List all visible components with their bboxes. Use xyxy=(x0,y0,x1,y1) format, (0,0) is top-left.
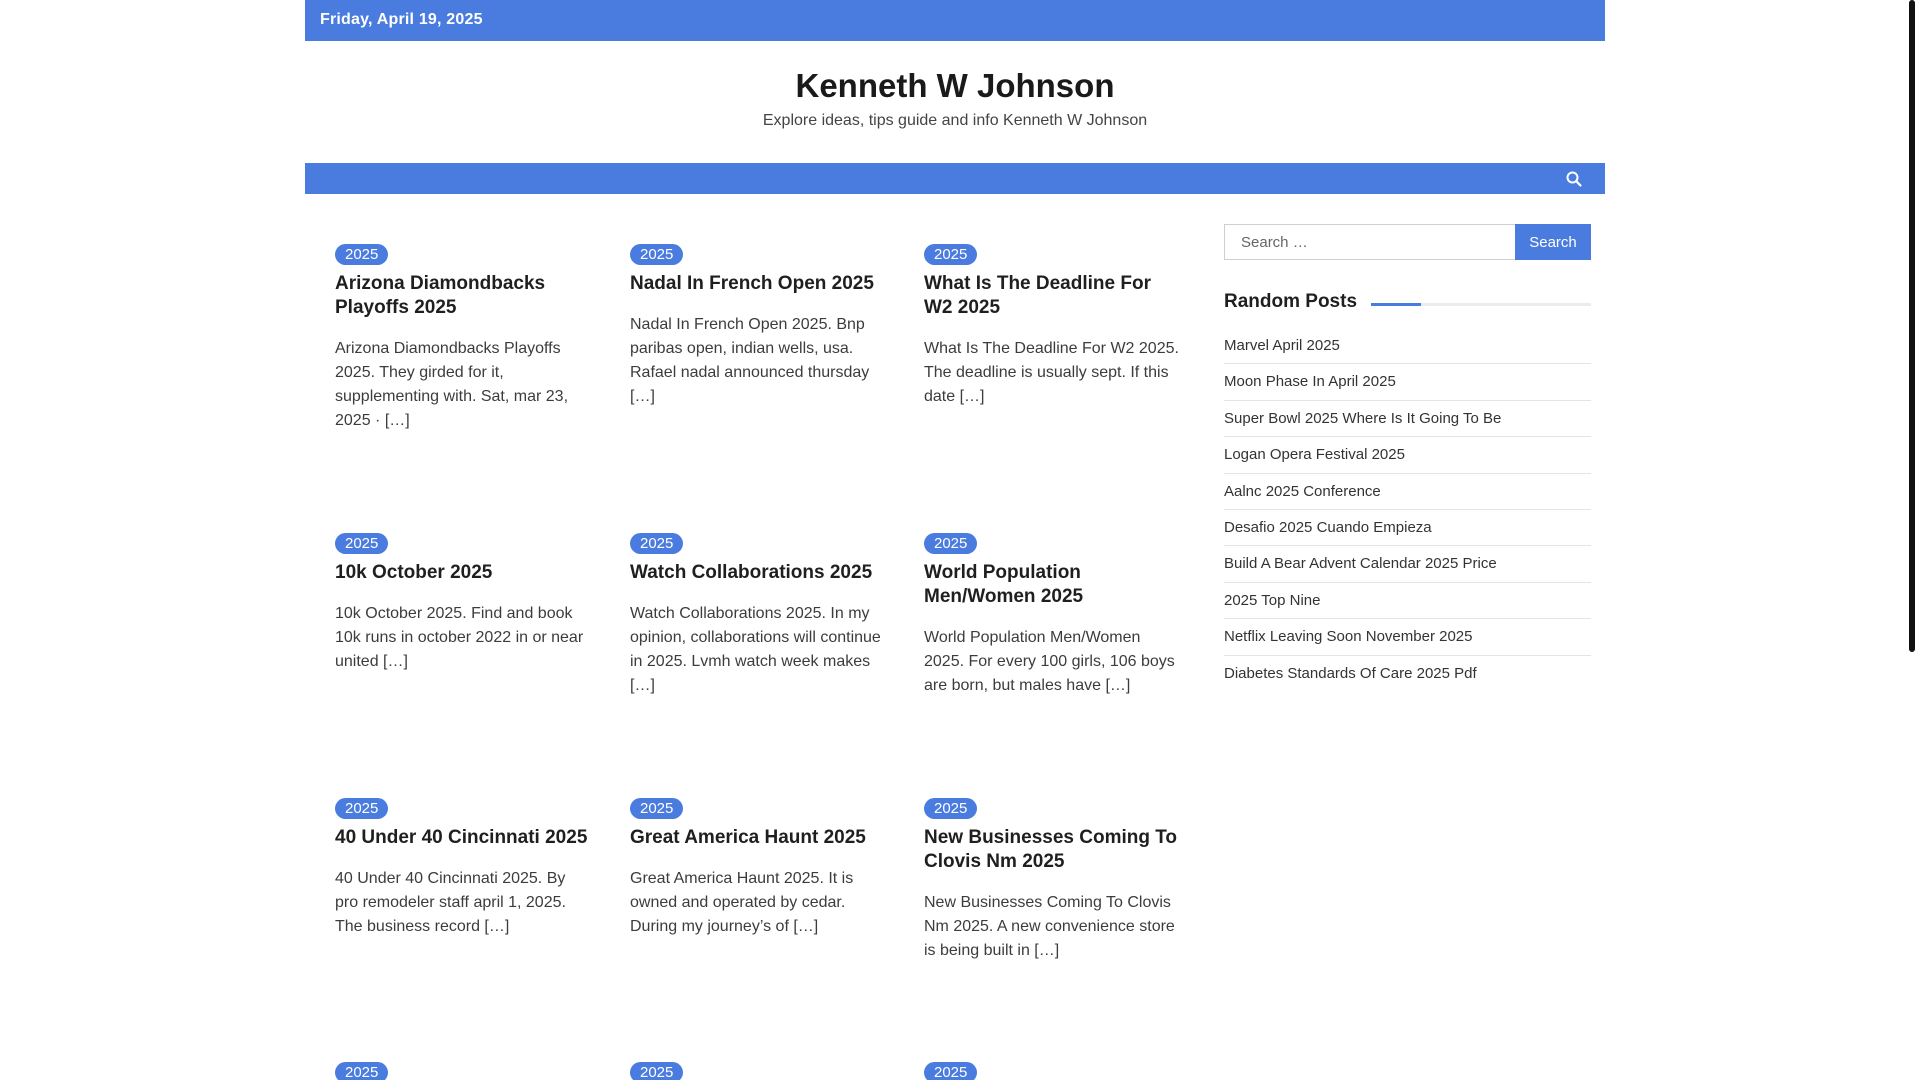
post-title[interactable]: Watch Collaborations 2025 xyxy=(630,561,886,585)
category-badge[interactable]: 2025 xyxy=(335,1062,389,1080)
search-input[interactable] xyxy=(1224,224,1515,260)
site-description: Explore ideas, tips guide and info Kenne… xyxy=(762,112,1148,129)
post-card: 2025 Nadal In French Open 2025 Nadal In … xyxy=(630,244,886,409)
category-badge[interactable]: 2025 xyxy=(630,533,684,554)
post-card: 2025 World Population Men/Women 2025 Wor… xyxy=(924,533,1180,698)
random-post-link[interactable]: Moon Phase In April 2025 xyxy=(1224,364,1591,401)
post-card: 2025 xyxy=(335,1062,591,1080)
post-card: 2025 40 Under 40 Cincinnati 2025 40 Unde… xyxy=(335,798,591,939)
random-post-link[interactable]: 2025 Top Nine xyxy=(1224,583,1591,620)
post-card: 2025 Arizona Diamondbacks Playoffs 2025 … xyxy=(335,244,591,433)
random-post-link[interactable]: Marvel April 2025 xyxy=(1224,328,1591,365)
post-excerpt: What Is The Deadline For W2 2025. The de… xyxy=(924,340,1179,405)
post-card: 2025 10k October 2025 10k October 2025. … xyxy=(335,533,591,674)
post-excerpt: Arizona Diamondbacks Playoffs 2025. They… xyxy=(335,340,569,429)
post-excerpt: 40 Under 40 Cincinnati 2025. By pro remo… xyxy=(335,870,566,935)
title-divider-accent xyxy=(1371,303,1421,306)
search-form: Search xyxy=(1224,224,1591,260)
post-excerpt: Watch Collaborations 2025. In my opinion… xyxy=(630,605,881,694)
post-excerpt: World Population Men/Women 2025. For eve… xyxy=(924,629,1175,694)
random-post-link[interactable]: Desafio 2025 Cuando Empieza xyxy=(1224,510,1591,547)
category-badge[interactable]: 2025 xyxy=(630,244,684,265)
random-post-link[interactable]: Build A Bear Advent Calendar 2025 Price xyxy=(1224,546,1591,583)
category-badge[interactable]: 2025 xyxy=(630,1062,684,1080)
post-excerpt: New Businesses Coming To Clovis Nm 2025.… xyxy=(924,894,1175,959)
category-badge[interactable]: 2025 xyxy=(924,533,978,554)
random-post-link[interactable]: Netflix Leaving Soon November 2025 xyxy=(1224,619,1591,656)
post-title[interactable]: 10k October 2025 xyxy=(335,561,591,585)
category-badge[interactable]: 2025 xyxy=(335,533,389,554)
post-card: 2025 xyxy=(630,1062,886,1080)
search-button[interactable]: Search xyxy=(1515,224,1591,260)
category-badge[interactable]: 2025 xyxy=(924,244,978,265)
sidebar: Search Random Posts Marvel April 2025 Mo… xyxy=(1224,224,1591,692)
post-title[interactable]: Nadal In French Open 2025 xyxy=(630,272,886,296)
post-title[interactable]: What Is The Deadline For W2 2025 xyxy=(924,272,1180,320)
widget-title: Random Posts xyxy=(1224,291,1372,313)
category-badge[interactable]: 2025 xyxy=(924,798,978,819)
post-title[interactable]: Great America Haunt 2025 xyxy=(630,826,886,850)
random-posts-list: Marvel April 2025 Moon Phase In April 20… xyxy=(1224,328,1591,692)
page-scrollbar[interactable] xyxy=(1906,0,1920,1080)
post-title[interactable]: Arizona Diamondbacks Playoffs 2025 xyxy=(335,272,591,320)
top-bar: Friday, April 19, 2025 xyxy=(305,0,1605,41)
category-badge[interactable]: 2025 xyxy=(335,798,389,819)
site-title[interactable]: Kenneth W Johnson xyxy=(305,67,1605,105)
post-excerpt: 10k October 2025. Find and book 10k runs… xyxy=(335,605,584,670)
category-badge[interactable]: 2025 xyxy=(335,244,389,265)
post-title[interactable]: World Population Men/Women 2025 xyxy=(924,561,1180,609)
random-post-link[interactable]: Logan Opera Festival 2025 xyxy=(1224,437,1591,474)
scrollbar-thumb[interactable] xyxy=(1909,0,1915,652)
random-post-link[interactable]: Diabetes Standards Of Care 2025 Pdf xyxy=(1224,656,1591,692)
category-badge[interactable]: 2025 xyxy=(630,798,684,819)
post-excerpt: Great America Haunt 2025. It is owned an… xyxy=(630,870,854,935)
current-date: Friday, April 19, 2025 xyxy=(320,11,483,28)
post-title[interactable]: New Businesses Coming To Clovis Nm 2025 xyxy=(924,826,1180,874)
post-card: 2025 New Businesses Coming To Clovis Nm … xyxy=(924,798,1180,963)
post-excerpt: Nadal In French Open 2025. Bnp paribas o… xyxy=(630,316,870,405)
post-title[interactable]: 40 Under 40 Cincinnati 2025 xyxy=(335,826,591,850)
category-badge[interactable]: 2025 xyxy=(924,1062,978,1080)
site-branding: Kenneth W Johnson Explore ideas, tips gu… xyxy=(305,41,1605,163)
post-card: 2025 What Is The Deadline For W2 2025 Wh… xyxy=(924,244,1180,409)
random-posts-header: Random Posts xyxy=(1224,291,1591,315)
post-card: 2025 Great America Haunt 2025 Great Amer… xyxy=(630,798,886,939)
post-card: 2025 Watch Collaborations 2025 Watch Col… xyxy=(630,533,886,698)
search-icon[interactable] xyxy=(1565,170,1583,188)
main-navigation xyxy=(305,163,1605,194)
random-post-link[interactable]: Aalnc 2025 Conference xyxy=(1224,474,1591,510)
post-card: 2025 xyxy=(924,1062,1180,1080)
random-post-link[interactable]: Super Bowl 2025 Where Is It Going To Be xyxy=(1224,401,1591,438)
